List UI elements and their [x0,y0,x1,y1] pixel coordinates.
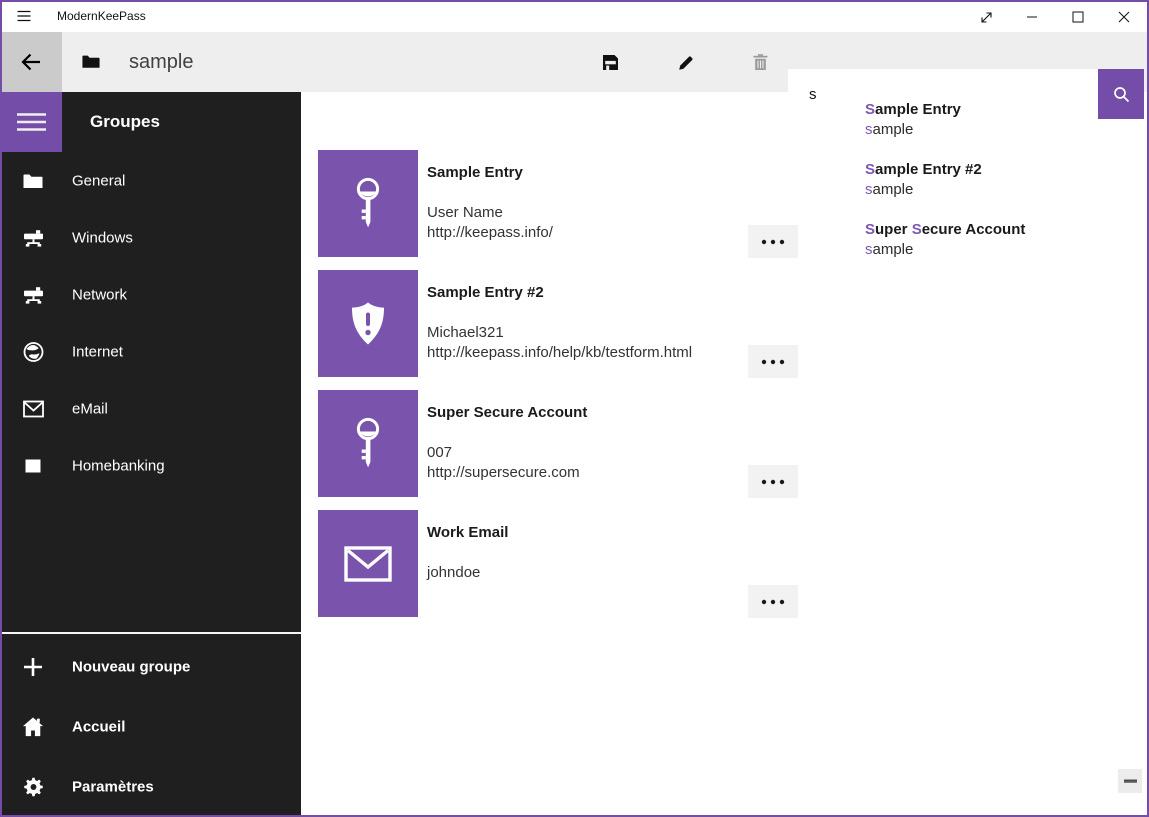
page-title: sample [129,32,193,92]
entry-tile [318,150,418,257]
zoom-out-button[interactable] [1118,769,1142,793]
back-icon [20,51,42,73]
sidebar-item-label: Nouveau groupe [72,659,190,676]
suggestion-subtitle: sample [865,240,1144,260]
sidebar: Groupes General Windows Network Internet… [0,92,301,817]
key-icon [353,417,383,470]
ellipsis-icon [760,238,786,246]
suggestion-title: Super Secure Account [865,219,1144,240]
plus-icon [22,657,44,677]
hamburger-icon [16,111,47,133]
ellipsis-icon [760,358,786,366]
window-controls [963,2,1147,32]
entry-tile [318,510,418,617]
more-button[interactable] [748,345,798,378]
globe-icon [22,341,44,362]
edit-icon [678,54,695,71]
menu-icon[interactable] [16,8,32,24]
network-icon [22,285,44,305]
sidebar-item-general[interactable]: General [0,152,301,209]
square-icon [22,459,44,473]
save-button[interactable] [586,32,634,92]
sidebar-item-internet[interactable]: Internet [0,323,301,380]
entry-title: Super Secure Account [427,404,587,421]
sidebar-item-home[interactable]: Accueil [0,697,301,757]
entry-url: http://keepass.info/help/kb/testform.htm… [427,344,692,361]
entry-username: johndoe [427,564,480,581]
titlebar: ModernKeePass [0,0,1149,32]
folder-icon [22,173,44,189]
entry-username: 007 [427,444,452,461]
minimize-icon [1026,11,1038,23]
mail-icon [22,400,44,417]
save-icon [602,54,619,71]
sidebar-item-label: Accueil [72,719,125,736]
suggestion-subtitle: sample [865,180,1144,200]
sidebar-item-homebanking[interactable]: Homebanking [0,437,301,494]
more-button[interactable] [748,465,798,498]
sidebar-item-label: Windows [72,229,133,246]
minimize-button[interactable] [1009,2,1055,32]
ellipsis-icon [760,478,786,486]
delete-button[interactable] [736,32,784,92]
command-bar: sample [0,32,1149,92]
envelope-icon [344,546,392,582]
suggestion-item[interactable]: Sample Entry #2 sample [788,152,1144,212]
suggestion-title: Sample Entry [865,99,1144,120]
sidebar-item-label: General [72,172,125,189]
sidebar-item-new-group[interactable]: Nouveau groupe [0,637,301,697]
entry-title: Work Email [427,524,508,541]
groups-header: Groupes [90,92,160,152]
key-icon [353,177,383,230]
sidebar-item-label: Network [72,286,127,303]
entry-row[interactable]: Work Email johndoe [318,510,798,630]
fullscreen-button[interactable] [963,2,1009,32]
app-window: ModernKeePass sample Groupes General Win… [0,0,1149,817]
sidebar-item-settings[interactable]: Paramètres [0,757,301,817]
folder-icon [82,54,100,69]
entry-title: Sample Entry #2 [427,284,544,301]
minus-icon [1124,779,1137,784]
delete-icon [752,53,769,71]
entry-row[interactable]: Super Secure Account 007 http://supersec… [318,390,798,510]
sidebar-divider [0,632,301,634]
gear-icon [22,777,44,798]
sidebar-item-label: Paramètres [72,779,154,796]
fullscreen-icon [980,11,993,24]
entry-username: User Name [427,204,503,221]
entry-title: Sample Entry [427,164,523,181]
entry-url: http://supersecure.com [427,464,580,481]
home-icon [22,717,44,738]
ellipsis-icon [760,598,786,606]
suggestion-item[interactable]: Sample Entry sample [788,92,1144,152]
suggestion-subtitle: sample [865,120,1144,140]
suggestion-item[interactable]: Super Secure Account sample [788,212,1144,272]
shield-alert-icon [347,301,389,346]
more-button[interactable] [748,585,798,618]
sidebar-item-email[interactable]: eMail [0,380,301,437]
sidebar-item-label: Homebanking [72,457,165,474]
edit-button[interactable] [662,32,710,92]
window-title: ModernKeePass [57,0,146,32]
maximize-button[interactable] [1055,2,1101,32]
close-icon [1118,11,1130,23]
entry-tile [318,390,418,497]
maximize-icon [1072,11,1084,23]
entry-username: Michael321 [427,324,504,341]
network-icon [22,228,44,248]
sidebar-item-windows[interactable]: Windows [0,209,301,266]
close-button[interactable] [1101,2,1147,32]
entry-row[interactable]: Sample Entry #2 Michael321 http://keepas… [318,270,798,390]
back-button[interactable] [0,32,62,92]
sidebar-item-label: Internet [72,343,123,360]
sidebar-item-label: eMail [72,400,108,417]
entry-row[interactable]: Sample Entry User Name http://keepass.in… [318,150,798,270]
entry-tile [318,270,418,377]
entry-url: http://keepass.info/ [427,224,553,241]
suggestion-title: Sample Entry #2 [865,159,1144,180]
sidebar-item-network[interactable]: Network [0,266,301,323]
nav-menu-button[interactable] [0,92,62,152]
